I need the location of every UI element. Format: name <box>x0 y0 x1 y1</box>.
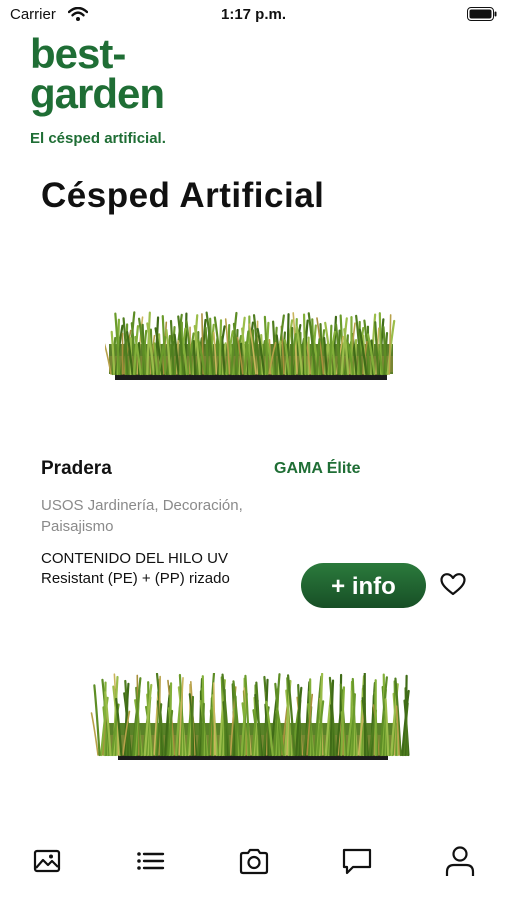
heart-icon[interactable] <box>440 572 466 598</box>
status-bar: Carrier 1:17 p.m. <box>0 0 507 30</box>
product-image[interactable] <box>105 308 397 384</box>
clock: 1:17 p.m. <box>220 6 287 23</box>
logo-line-2: garden <box>30 70 165 117</box>
product-name[interactable]: Pradera <box>41 458 112 480</box>
page-title: Césped Artificial <box>41 176 325 215</box>
profile-icon[interactable] <box>443 844 477 878</box>
logo-line-1: best- <box>30 30 126 77</box>
product-yarn-content: CONTENIDO DEL HILO UV Resistant (PE) + (… <box>41 550 230 587</box>
tab-bar <box>0 830 507 900</box>
product-uses: USOS Jardinería, Decoración, Paisajismo <box>41 497 243 535</box>
product-range: GAMA Élite <box>274 460 361 477</box>
list-icon[interactable] <box>133 844 167 878</box>
camera-icon[interactable] <box>237 844 271 878</box>
battery-icon <box>467 7 497 21</box>
more-info-button[interactable]: + info <box>301 563 426 608</box>
gallery-icon[interactable] <box>30 844 64 878</box>
chat-icon[interactable] <box>340 844 374 878</box>
product-image[interactable] <box>88 673 418 765</box>
brand-logo: best- garden El césped artificial. <box>30 30 190 154</box>
brand-tagline: El césped artificial. <box>30 130 166 147</box>
